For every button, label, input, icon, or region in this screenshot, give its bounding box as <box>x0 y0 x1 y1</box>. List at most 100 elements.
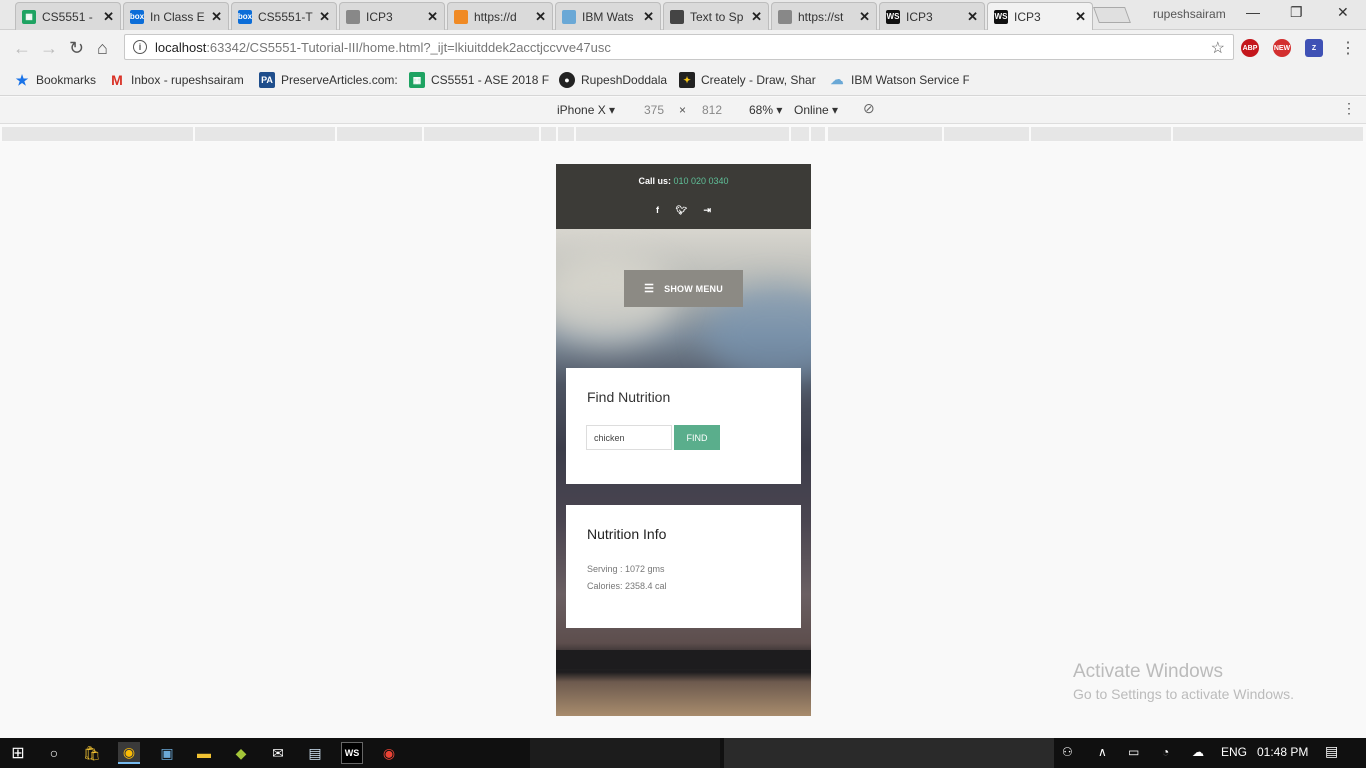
phone-number-link[interactable]: 010 020 0340 <box>673 176 728 186</box>
browser-tab[interactable]: Text to Sp ✕ <box>663 2 769 30</box>
browser-tab[interactable]: box CS5551-T ✕ <box>231 2 337 30</box>
forward-icon[interactable]: → <box>40 38 58 59</box>
clock[interactable]: 01:48 PM <box>1257 745 1308 759</box>
chrome-icon[interactable]: ◉ <box>118 742 140 764</box>
battery-icon[interactable]: ▭ <box>1128 745 1139 759</box>
times-sign: × <box>679 103 687 117</box>
dots-icon <box>454 9 468 24</box>
bookmark-label: RupeshDoddala <box>581 73 668 87</box>
network-throttle-select[interactable]: Online ▾ <box>794 103 838 117</box>
device-toolbar: iPhone X ▾ 375 × 812 68% ▾ Online ▾ ⊘ ⋮ <box>0 97 1366 124</box>
calories-text: Calories: 2358.4 cal <box>587 581 667 591</box>
home-icon[interactable]: ⌂ <box>97 38 108 59</box>
bookmark-item[interactable]: ★ Bookmarks <box>14 72 104 88</box>
devtools-more-icon[interactable]: ⋮ <box>1342 100 1356 117</box>
restore-icon[interactable]: ❐ <box>1290 4 1303 21</box>
bookmark-item[interactable]: ● RupeshDoddala <box>559 72 671 88</box>
viewport-width[interactable]: 375 <box>644 103 664 117</box>
bookmark-item[interactable]: ✦ Creately - Draw, Shar <box>679 72 817 88</box>
bookmark-item[interactable]: M Inbox - rupeshsairam <box>109 72 247 88</box>
bookmark-star-icon[interactable]: ☆ <box>1211 38 1225 58</box>
viewport-height[interactable]: 812 <box>702 103 722 117</box>
twitter-icon[interactable]: 🐦︎ <box>676 205 687 216</box>
folder-icon[interactable]: ▬ <box>193 742 215 764</box>
rotate-icon[interactable]: ⊘ <box>863 100 875 117</box>
tab-close-icon[interactable]: ✕ <box>319 9 330 25</box>
device-viewport: Call us: 010 020 0340 f 🐦︎ ⇥ ☰ SHOW MENU… <box>556 164 811 716</box>
browser-tab[interactable]: ▦ CS5551 - ✕ <box>15 2 121 30</box>
food-search-input[interactable] <box>586 425 672 450</box>
device-select[interactable]: iPhone X ▾ <box>557 103 615 117</box>
reload-icon[interactable]: ↻ <box>69 38 84 59</box>
tab-close-icon[interactable]: ✕ <box>751 9 762 25</box>
bookmark-label: Bookmarks <box>36 73 97 87</box>
profile-name[interactable]: rupeshsairam <box>1153 7 1226 21</box>
bookmark-label: CS5551 - ASE 2018 Fa <box>431 73 549 87</box>
close-window-icon[interactable]: ✕ <box>1337 4 1349 21</box>
bookmark-label: Inbox - rupeshsairam <box>131 73 244 87</box>
webstorm-icon: WS <box>994 9 1008 24</box>
page-icon <box>778 9 792 24</box>
browser-tab[interactable]: https://d ✕ <box>447 2 553 30</box>
notepad-icon[interactable]: ▤ <box>304 742 326 764</box>
people-icon[interactable]: ⚇ <box>1062 745 1073 759</box>
github-icon: ● <box>559 72 575 88</box>
webstorm-icon[interactable]: WS <box>341 742 363 764</box>
box-icon: box <box>130 9 144 24</box>
outlook-icon[interactable]: ▣ <box>156 742 178 764</box>
tab-strip: ▦ CS5551 - ✕ box In Class E ✕ box CS5551-T ✕ ICP3… <box>0 0 1366 30</box>
tab-close-icon[interactable]: ✕ <box>103 9 114 25</box>
tab-close-icon[interactable]: ✕ <box>211 9 222 25</box>
site-info-icon[interactable]: i <box>133 40 147 54</box>
bookmark-item[interactable]: ☁ IBM Watson Service F <box>829 72 970 88</box>
url-path: :63342/CS5551-Tutorial-III/home.html?_ij… <box>206 39 611 55</box>
back-icon[interactable]: ← <box>13 38 31 59</box>
browser-tab[interactable]: box In Class E ✕ <box>123 2 229 30</box>
find-button[interactable]: FIND <box>674 425 720 450</box>
new-tab-button[interactable] <box>1093 7 1131 23</box>
notifications-icon[interactable]: ▤ <box>1325 743 1338 760</box>
signout-icon[interactable]: ⇥ <box>703 205 711 216</box>
page-icon <box>346 9 360 24</box>
social-links: f 🐦︎ ⇥ <box>656 205 711 216</box>
tab-close-icon[interactable]: ✕ <box>535 9 546 25</box>
tab-close-icon[interactable]: ✕ <box>1075 9 1086 25</box>
minimize-icon[interactable]: — <box>1246 4 1260 20</box>
browser-tab[interactable]: ICP3 ✕ <box>339 2 445 30</box>
browser-tab[interactable]: IBM Wats ✕ <box>555 2 661 30</box>
chrome-icon-2[interactable]: ◉ <box>378 742 400 764</box>
tab-close-icon[interactable]: ✕ <box>427 9 438 25</box>
browser-tab[interactable]: https://st ✕ <box>771 2 877 30</box>
zoom-select[interactable]: 68% ▾ <box>749 103 782 117</box>
tray-chevron-icon[interactable]: ∧ <box>1098 745 1107 759</box>
taskbar: ⊞ ○ 🛍︎ ◉ ▣ ▬ ◆ ✉ ▤ WS ◉ ⚇ ∧ ▭ ◔ ☁ ENG 01… <box>0 738 1366 768</box>
bookmark-label: IBM Watson Service F <box>851 73 969 87</box>
tab-close-icon[interactable]: ✕ <box>967 9 978 25</box>
adblock-icon[interactable]: ABP <box>1241 39 1259 57</box>
bookmark-item[interactable]: PA PreserveArticles.com: <box>259 72 397 88</box>
browser-menu-icon[interactable]: ⋮ <box>1340 38 1356 58</box>
bookmark-item[interactable]: ▦ CS5551 - ASE 2018 Fa <box>409 72 549 88</box>
z-extension-icon[interactable]: Z <box>1305 39 1323 57</box>
site-header: Call us: 010 020 0340 f 🐦︎ ⇥ <box>556 164 811 229</box>
browser-tab[interactable]: WS ICP3 ✕ <box>987 2 1093 30</box>
mail-icon[interactable]: ✉ <box>267 742 289 764</box>
show-menu-button[interactable]: ☰ SHOW MENU <box>624 270 743 307</box>
media-query-bar[interactable] <box>0 124 1366 142</box>
activate-title: Activate Windows <box>1073 661 1223 682</box>
address-bar[interactable]: i localhost :63342/CS5551-Tutorial-III/h… <box>124 34 1234 60</box>
bulb-icon: ✦ <box>679 72 695 88</box>
browser-tab[interactable]: WS ICP3 ✕ <box>879 2 985 30</box>
dark-band <box>556 650 811 669</box>
language-indicator[interactable]: ENG <box>1221 745 1247 759</box>
tab-close-icon[interactable]: ✕ <box>859 9 870 25</box>
facebook-icon[interactable]: f <box>656 205 659 216</box>
wifi-icon[interactable]: ◔ <box>1162 745 1169 759</box>
tab-close-icon[interactable]: ✕ <box>643 9 654 25</box>
windows-start-icon[interactable]: ⊞ <box>7 742 29 764</box>
new-extension-icon[interactable]: NEW <box>1273 39 1291 57</box>
search-circle-icon[interactable]: ○ <box>43 742 65 764</box>
onedrive-icon[interactable]: ☁ <box>1192 745 1204 759</box>
android-studio-icon[interactable]: ◆ <box>230 742 252 764</box>
store-icon[interactable]: 🛍︎ <box>81 742 103 764</box>
